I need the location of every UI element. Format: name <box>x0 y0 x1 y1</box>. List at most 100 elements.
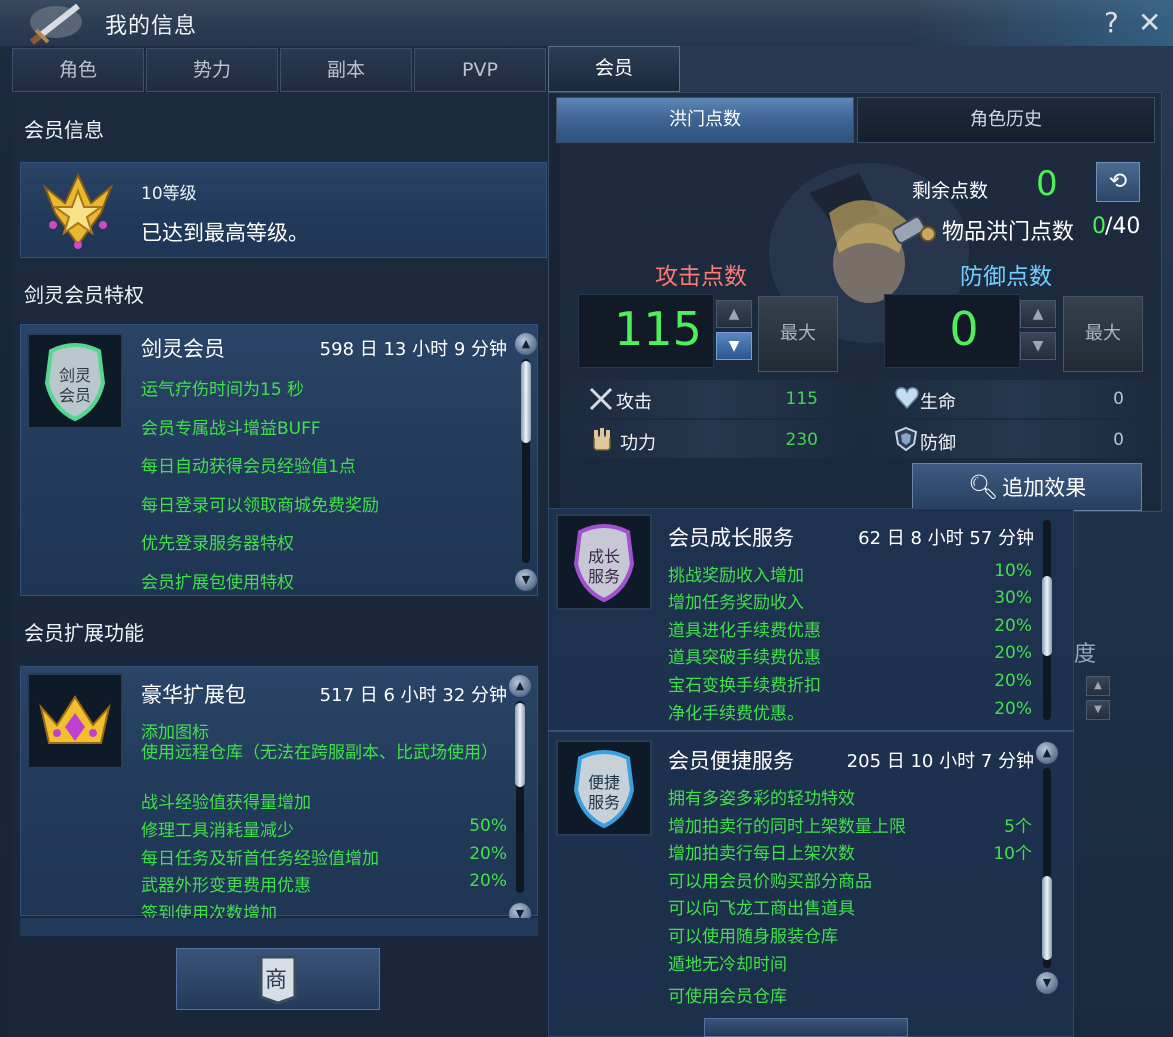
lower-right-button[interactable] <box>704 1018 908 1037</box>
power-stat-value: 230 <box>785 430 818 450</box>
attack-stat-label: 攻击 <box>616 392 652 413</box>
tab-dungeon[interactable]: 副本 <box>280 48 412 92</box>
subtab-character-history[interactable]: 角色历史 <box>857 97 1155 143</box>
growth-perk: 挑战奖励收入增加 <box>668 566 804 586</box>
item-points-current: 0 <box>1092 214 1106 239</box>
defense-max-button[interactable]: 最大 <box>1063 296 1143 372</box>
gold-star-badge-icon <box>42 172 114 249</box>
convenience-perk: 增加拍卖行的同时上架数量上限 <box>668 817 906 837</box>
crown-icon <box>39 695 111 744</box>
power-stat-label: 功力 <box>620 433 656 454</box>
tab-pvp[interactable]: PVP <box>414 48 546 92</box>
help-button[interactable]: ? <box>1104 6 1119 39</box>
svg-text:便捷: 便捷 <box>588 773 620 792</box>
member-level: 10等级 <box>141 184 197 204</box>
convenience-perk-value: 10个 <box>993 844 1032 864</box>
shop-icon: 商 <box>259 955 297 1005</box>
item-points-max: /40 <box>1105 214 1141 239</box>
defense-points-title: 防御点数 <box>960 264 1052 290</box>
attack-points-value: 115 <box>614 302 702 356</box>
extension-card: 豪华扩展包 517 日 6 小时 32 分钟 添加图标 使用远程仓库（无法在跨服… <box>20 666 538 925</box>
convenience-perk: 可以用会员价购买部分商品 <box>668 872 872 892</box>
extension-perk: 武器外形变更费用优惠 <box>141 876 311 896</box>
growth-perk: 净化手续费优惠。 <box>668 704 804 724</box>
member-level-card: 10等级 已达到最高等级。 <box>20 162 547 258</box>
tab-faction[interactable]: 势力 <box>146 48 278 92</box>
growth-perk-value: 30% <box>994 588 1032 608</box>
scroll-up-button[interactable]: ▲ <box>509 675 531 697</box>
extension-time: 517 日 6 小时 32 分钟 <box>319 685 507 706</box>
convenience-perk: 可使用会员仓库 <box>668 987 787 1007</box>
convenience-perk: 遁地无冷却时间 <box>668 955 787 975</box>
subtab-hongmen-points[interactable]: 洪门点数 <box>556 97 854 143</box>
side-down-button[interactable]: ▼ <box>1086 700 1110 720</box>
scroll-down-button[interactable]: ▼ <box>1036 972 1058 994</box>
close-button[interactable]: ✕ <box>1138 6 1161 39</box>
convenience-name: 会员便捷服务 <box>668 749 794 773</box>
extension-perk: 每日任务及斩首任务经验值增加 <box>141 849 379 869</box>
scrollbar-thumb[interactable] <box>1042 576 1052 656</box>
side-up-button[interactable]: ▲ <box>1086 676 1110 696</box>
tab-character[interactable]: 角色 <box>12 48 144 92</box>
growth-perk: 增加任务奖励收入 <box>668 593 804 613</box>
convenience-perk: 可以向飞龙工商出售道具 <box>668 899 855 919</box>
vip-icon-frame: 剑灵 会员 <box>27 333 123 429</box>
scrollbar-thumb[interactable] <box>521 361 531 443</box>
attack-max-button[interactable]: 最大 <box>758 296 838 372</box>
attack-decrease-button[interactable]: ▼ <box>716 332 752 360</box>
add-effect-button[interactable]: 🔍︎ 追加效果 <box>912 463 1142 511</box>
add-effect-label: 追加效果 <box>1002 476 1087 500</box>
svg-text:剑灵: 剑灵 <box>59 366 91 385</box>
vip-privilege-card: 剑灵 会员 剑灵会员 598 日 13 小时 9 分钟 运气疗伤时间为15 秒 … <box>20 324 538 596</box>
extension-perk: 使用远程仓库（无法在跨服副本、比武场使用） <box>141 743 498 763</box>
scroll-up-button[interactable]: ▲ <box>1036 742 1058 764</box>
vip-perk: 会员扩展包使用特权 <box>141 573 294 593</box>
defense-decrease-button[interactable]: ▼ <box>1020 332 1056 360</box>
jade-emblem-icon: 剑灵 会员 <box>44 343 106 422</box>
magnifier-icon: 🔍︎ <box>967 473 999 501</box>
extension-perk: 添加图标 <box>141 723 209 743</box>
window-title: 我的信息 <box>105 14 198 39</box>
convenience-perk: 拥有多姿多彩的轻功特效 <box>668 789 855 809</box>
svg-text:服务: 服务 <box>588 567 620 586</box>
privilege-heading: 剑灵会员特权 <box>24 283 144 307</box>
vip-perk: 运气疗伤时间为15 秒 <box>141 380 305 400</box>
background-label-fragment: 度 <box>1074 642 1097 667</box>
purple-emblem-icon: 成长 服务 <box>573 524 635 603</box>
tab-membership[interactable]: 会员 <box>548 46 680 92</box>
health-stat-label: 生命 <box>920 392 956 413</box>
refresh-icon: ⟲ <box>1108 169 1128 194</box>
cannon-item-icon <box>892 216 936 244</box>
defense-stat-label: 防御 <box>920 433 956 454</box>
scrollbar-thumb[interactable] <box>515 703 525 787</box>
vip-perk: 优先登录服务器特权 <box>141 534 294 554</box>
scroll-down-button[interactable]: ▼ <box>515 569 537 591</box>
growth-perk: 道具进化手续费优惠 <box>668 621 821 641</box>
crossed-swords-icon <box>589 387 613 411</box>
remaining-points-label: 剩余点数 <box>912 180 989 202</box>
extension-perk: 战斗经验值获得量增加 <box>141 793 311 813</box>
divider <box>548 730 1074 732</box>
heart-icon <box>895 387 919 410</box>
scrollbar-thumb[interactable] <box>1042 876 1052 960</box>
shop-icon-glyph: 商 <box>265 968 287 993</box>
remaining-points-value: 0 <box>1036 164 1058 204</box>
title-bar-art <box>913 0 1173 46</box>
shop-button[interactable]: 商 <box>176 948 380 1010</box>
defense-increase-button[interactable]: ▲ <box>1020 300 1056 328</box>
attack-increase-button[interactable]: ▲ <box>716 300 752 328</box>
svg-text:会员: 会员 <box>59 386 91 405</box>
growth-perk-value: 20% <box>994 671 1032 691</box>
reset-button[interactable]: ⟲ <box>1096 162 1140 202</box>
crown-icon-frame <box>27 673 123 769</box>
shield-icon <box>894 426 918 452</box>
health-stat-value: 0 <box>1113 389 1124 409</box>
growth-perk-value: 20% <box>994 643 1032 663</box>
vip-name: 剑灵会员 <box>141 337 225 361</box>
convenience-icon-frame: 便捷 服务 <box>556 740 652 836</box>
member-info-heading: 会员信息 <box>24 118 104 142</box>
item-points-label: 物品洪门点数 <box>942 220 1075 245</box>
growth-perk-value: 20% <box>994 616 1032 636</box>
defense-stat-value: 0 <box>1113 430 1124 450</box>
scroll-up-button[interactable]: ▲ <box>515 333 537 355</box>
